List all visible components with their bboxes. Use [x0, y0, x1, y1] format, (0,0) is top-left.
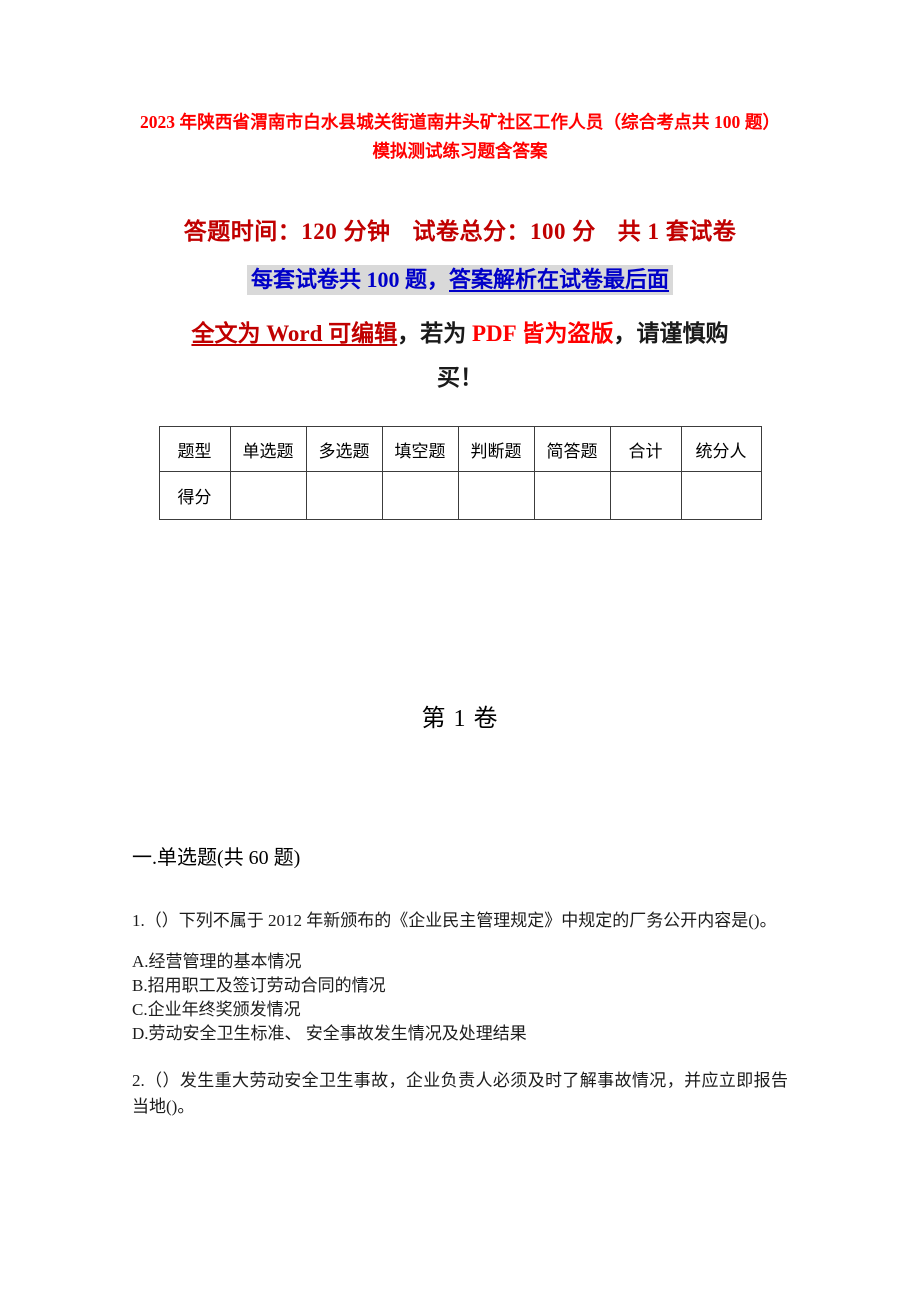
- score-cell[interactable]: [609, 471, 682, 520]
- exam-duration: 答题时间：120 分钟: [183, 219, 391, 244]
- score-table: 题型 单选题 多选题 填空题 判断题 简答题 合计 统分人 得分: [158, 426, 762, 520]
- exam-meta-line: 答题时间：120 分钟 试卷总分：100 分共 1 套试卷: [140, 212, 780, 252]
- score-cell[interactable]: [305, 471, 383, 520]
- score-table-header-cell: 题型: [158, 426, 231, 472]
- answers-note-line: 每套试卷共 100 题，答案解析在试卷最后面: [140, 260, 780, 300]
- page-content: 2023 年陕西省渭南市白水县城关街道南井头矿社区工作人员（综合考点共 100 …: [132, 0, 788, 1120]
- score-cell[interactable]: [381, 471, 459, 520]
- question-block: 2.（）发生重大劳动安全卫生事故，企业负责人必须及时了解事故情况，并应立即报告当…: [132, 1068, 788, 1120]
- score-cell[interactable]: [457, 471, 535, 520]
- exam-info-block: 答题时间：120 分钟 试卷总分：100 分共 1 套试卷 每套试卷共 100 题…: [140, 212, 780, 400]
- notice-tail: 买！: [437, 365, 483, 390]
- score-table-header-cell: 判断题: [457, 426, 535, 472]
- question-text: 1.（）下列不属于 2012 年新颁布的《企业民主管理规定》中规定的厂务公开内容…: [132, 911, 777, 930]
- score-table-header-cell: 统分人: [680, 426, 762, 472]
- document-page: 2023 年陕西省渭南市白水县城关街道南井头矿社区工作人员（综合考点共 100 …: [0, 0, 920, 1302]
- pdf-piracy-notice: PDF 皆为盗版: [471, 321, 614, 346]
- answers-note-highlight: 每套试卷共 100 题，答案解析在试卷最后面: [246, 265, 674, 295]
- exam-total-score: 试卷总分：100 分: [412, 219, 596, 244]
- volume-heading: 第 1 卷: [421, 706, 499, 732]
- option-list: A.经营管理的基本情况 B.招用职工及签订劳动合同的情况 C.企业年终奖颁发情况…: [132, 950, 788, 1046]
- score-table-header-cell: 填空题: [381, 426, 459, 472]
- score-table-header-cell: 简答题: [533, 426, 611, 472]
- score-cell[interactable]: [533, 471, 611, 520]
- table-row: 得分: [158, 471, 762, 520]
- option-item[interactable]: B.招用职工及签订劳动合同的情况: [132, 974, 788, 998]
- notice-connector-2: ，请谨慎购: [613, 321, 729, 346]
- option-item[interactable]: C.企业年终奖颁发情况: [132, 998, 788, 1022]
- question-text: 2.（）发生重大劳动安全卫生事故，企业负责人必须及时了解事故情况，并应立即报告当…: [132, 1071, 788, 1116]
- score-table-header-cell: 合计: [609, 426, 682, 472]
- questions-list: 1.（）下列不属于 2012 年新颁布的《企业民主管理规定》中规定的厂务公开内容…: [132, 908, 788, 1120]
- score-table-header-cell: 多选题: [305, 426, 383, 472]
- answers-note-plain: 每套试卷共 100 题，: [250, 267, 449, 292]
- score-cell[interactable]: [680, 471, 762, 520]
- piracy-notice-line: 全文为 Word 可编辑，若为 PDF 皆为盗版，请谨慎购买！: [140, 312, 780, 400]
- option-item[interactable]: A.经营管理的基本情况: [132, 950, 788, 974]
- table-row: 题型 单选题 多选题 填空题 判断题 简答题 合计 统分人: [158, 426, 762, 472]
- word-editable-notice: 全文为 Word 可编辑: [191, 321, 398, 346]
- answers-note-link[interactable]: 答案解析在试卷最后面: [449, 267, 669, 292]
- score-table-row-label: 得分: [158, 471, 231, 520]
- question-block: 1.（）下列不属于 2012 年新颁布的《企业民主管理规定》中规定的厂务公开内容…: [132, 908, 788, 1046]
- option-item[interactable]: D.劳动安全卫生标准、 安全事故发生情况及处理结果: [132, 1022, 788, 1046]
- score-cell[interactable]: [229, 471, 307, 520]
- score-table-wrapper: 题型 单选题 多选题 填空题 判断题 简答题 合计 统分人 得分: [140, 426, 780, 520]
- section-heading: 一.单选题(共 60 题): [132, 847, 301, 869]
- page-title: 2023 年陕西省渭南市白水县城关街道南井头矿社区工作人员（综合考点共 100 …: [140, 112, 780, 161]
- exam-paper-count: 共 1 套试卷: [617, 219, 737, 244]
- notice-connector-1: ，若为: [397, 321, 472, 346]
- score-table-header-cell: 单选题: [229, 426, 307, 472]
